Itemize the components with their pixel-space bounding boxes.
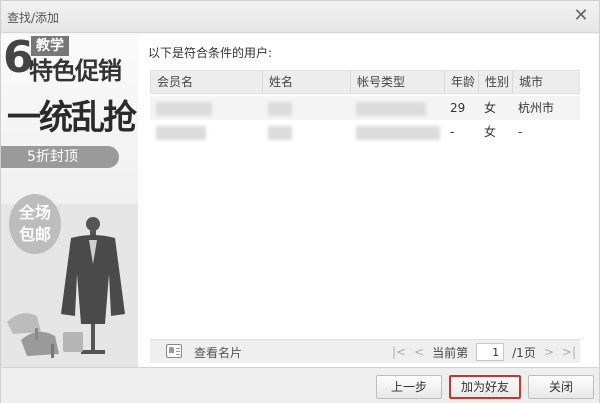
cell-name	[262, 96, 350, 120]
cell-account-type	[350, 96, 444, 120]
page-suffix: /1页	[512, 345, 536, 360]
banner-circle-line-2: 包邮	[18, 225, 51, 244]
business-card-icon[interactable]	[166, 344, 182, 358]
pagination-bar: 查看名片 |< < 当前第 /1页 > >|	[150, 339, 580, 363]
banner-circle-line-1: 全场	[18, 203, 51, 222]
column-name[interactable]: 姓名	[263, 71, 351, 93]
cell-gender: 女	[484, 125, 497, 139]
cell-account-type	[350, 120, 444, 144]
table-row[interactable]: 29 女 杭州市	[150, 96, 580, 120]
results-label: 以下是符合条件的用户:	[148, 46, 273, 60]
table-header: 会员名 姓名 帐号类型 年龄 性别 城市	[150, 70, 580, 94]
page-number-input[interactable]	[476, 343, 505, 361]
window-title: 查找/添加	[7, 11, 60, 25]
results-panel: 以下是符合条件的用户: 会员名 姓名 帐号类型 年龄 性别 城市 29 女 杭州…	[138, 34, 599, 367]
last-page-icon[interactable]: >|	[562, 345, 576, 359]
pager: |< < 当前第 /1页 > >|	[392, 342, 576, 362]
column-age[interactable]: 年龄	[445, 71, 479, 93]
banner-tag: 教学	[31, 36, 69, 56]
banner-circle-badge: 全场 包邮	[9, 194, 61, 254]
banner-line-2: 一统乱抢	[7, 98, 137, 138]
cell-gender: 女	[484, 101, 497, 115]
previous-step-button[interactable]: 上一步	[376, 375, 442, 399]
add-friend-button[interactable]: 加为好友	[449, 375, 521, 399]
dialog-footer: 上一步 加为好友 关闭	[1, 367, 599, 403]
find-add-dialog: 查找/添加 ✕ 6 教学 特色促销 一统乱抢 5折封顶 全场 包邮 以下是符合条…	[0, 0, 600, 403]
banner-strip-text: 5折封顶	[27, 149, 78, 165]
first-page-icon[interactable]: |<	[392, 345, 406, 359]
column-city[interactable]: 城市	[513, 71, 579, 93]
page-prefix: 当前第	[432, 345, 469, 360]
close-icon[interactable]: ✕	[573, 6, 589, 26]
column-account-type[interactable]: 帐号类型	[351, 71, 445, 93]
cell-member-name	[150, 120, 262, 144]
next-page-icon[interactable]: >	[544, 345, 554, 359]
cell-member-name	[150, 96, 262, 120]
cell-age: 29	[450, 101, 466, 115]
close-button[interactable]: 关闭	[528, 375, 594, 399]
cell-name	[262, 120, 350, 144]
promo-banner: 6 教学 特色促销 一统乱抢 5折封顶 全场 包邮	[1, 34, 138, 367]
previous-page-icon[interactable]: <	[414, 345, 424, 359]
column-gender[interactable]: 性别	[479, 71, 513, 93]
view-card-link[interactable]: 查看名片	[194, 344, 242, 361]
column-member-name[interactable]: 会员名	[151, 71, 263, 93]
table-row[interactable]: - 女 -	[150, 120, 580, 144]
title-bar[interactable]: 查找/添加 ✕	[1, 1, 599, 33]
cell-age: -	[450, 125, 455, 139]
banner-line-1: 特色促销	[29, 57, 122, 85]
cell-city: 杭州市	[518, 101, 555, 115]
cell-city: -	[518, 125, 523, 139]
